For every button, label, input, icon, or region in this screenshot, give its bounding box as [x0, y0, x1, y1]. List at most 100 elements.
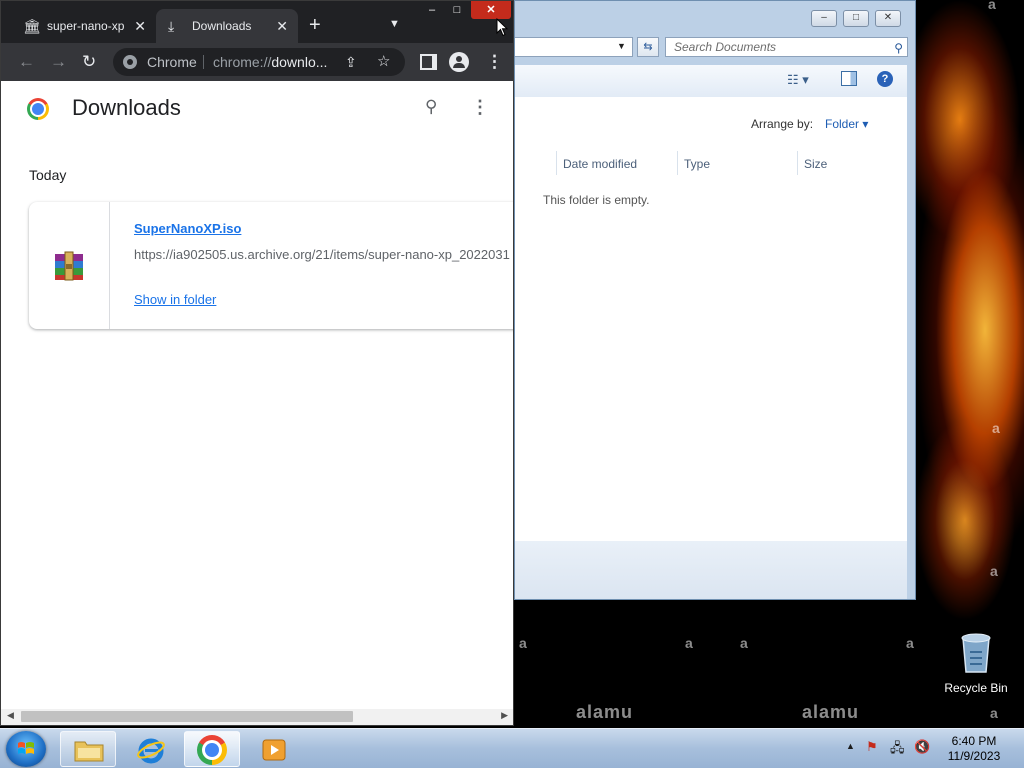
column-header-type[interactable]: Type	[677, 151, 797, 175]
search-icon[interactable]: ⚲	[894, 39, 903, 57]
column-label: Size	[804, 157, 828, 171]
new-tab-button[interactable]: +	[309, 15, 321, 35]
scroll-left-icon[interactable]: ◀	[7, 710, 14, 721]
bookmark-star-icon[interactable]: ☆	[377, 48, 390, 76]
watermark-brand: alamu	[576, 702, 634, 722]
page-title: Downloads	[72, 95, 181, 120]
view-options-icon[interactable]: ☷ ▾	[787, 72, 809, 88]
clock-date: 11/9/2023	[947, 749, 1001, 763]
tab-label: Downloads	[192, 19, 252, 33]
tab-strip: 🏛 super-nano-xp ✕ ⤓ Downloads ✕ + ▼ – □ …	[1, 1, 513, 43]
details-pane	[515, 541, 907, 599]
recycle-bin-shortcut[interactable]: Recycle Bin	[936, 630, 1016, 695]
taskbar-ie-button[interactable]	[122, 731, 178, 767]
tab-downloads[interactable]: ⤓ Downloads ✕	[156, 9, 298, 43]
chrome-icon	[197, 735, 227, 765]
watermark: a	[990, 563, 998, 579]
maximize-button[interactable]: □	[445, 1, 469, 19]
search-icon[interactable]: ⚲	[425, 97, 437, 117]
mouse-cursor-icon	[496, 18, 508, 37]
network-icon[interactable]: 🖧	[890, 739, 905, 761]
arrange-by-value: Folder	[825, 117, 860, 131]
show-in-folder-link[interactable]: Show in folder	[134, 292, 216, 307]
action-center-flag-icon[interactable]: ⚑	[866, 739, 878, 755]
tab-search-chevron-icon[interactable]: ▼	[389, 18, 400, 30]
maximize-button[interactable]: □	[843, 10, 869, 27]
omnibox-url: chrome://downlo...	[213, 48, 327, 76]
url-scheme: chrome://	[213, 54, 272, 70]
scroll-right-icon[interactable]: ▶	[501, 710, 508, 721]
watermark: a	[988, 0, 996, 12]
date-section-heading: Today	[29, 167, 67, 183]
share-icon[interactable]: ⇪	[345, 48, 357, 76]
explorer-content: Arrange by: Folder ▾ Date modified Type …	[515, 97, 907, 541]
taskbar-explorer-button[interactable]	[60, 731, 116, 767]
watermark: a	[519, 635, 527, 651]
tab-super-nano-xp[interactable]: 🏛 super-nano-xp ✕	[11, 9, 156, 43]
watermark-brand: alamu	[802, 702, 860, 722]
download-file-link[interactable]: SuperNanoXP.iso	[134, 221, 241, 236]
watermark: a	[990, 705, 998, 721]
horizontal-scrollbar[interactable]: ◀ ▶	[1, 709, 513, 725]
card-divider	[109, 202, 110, 329]
windows-logo-icon	[18, 742, 34, 754]
preview-pane-icon[interactable]	[841, 71, 857, 86]
start-button[interactable]	[6, 731, 46, 767]
downloads-header: Downloads ⚲ ⋮	[1, 81, 513, 137]
recycle-bin-label: Recycle Bin	[944, 681, 1008, 695]
reload-icon[interactable]: ↻	[82, 52, 96, 72]
taskbar: ▲ ⚑ 🖧 🔇 6:40 PM 11/9/2023	[0, 728, 1024, 768]
folder-icon	[74, 741, 104, 762]
omnibox-separator	[203, 55, 204, 69]
download-item-card: SuperNanoXP.iso https://ia902505.us.arch…	[29, 202, 513, 329]
scrollbar-thumb[interactable]	[21, 711, 353, 722]
refresh-icon[interactable]: ⇆	[637, 37, 659, 57]
side-panel-icon[interactable]	[420, 54, 437, 70]
winrar-archive-icon	[55, 251, 83, 281]
search-input[interactable]: Search Documents ⚲	[665, 37, 908, 57]
column-label: Date modified	[563, 157, 638, 171]
chrome-page-icon	[123, 55, 137, 69]
volume-muted-icon[interactable]: 🔇	[914, 739, 930, 755]
recycle-bin-icon	[961, 633, 991, 673]
clock-time: 6:40 PM	[951, 734, 997, 748]
watermark: a	[992, 420, 1000, 436]
download-source-url: https://ia902505.us.archive.org/21/items…	[134, 247, 510, 262]
chevron-down-icon[interactable]: ▼	[617, 41, 626, 51]
taskbar-chrome-button[interactable]	[184, 731, 240, 767]
institution-icon: 🏛	[23, 18, 41, 34]
arrange-by-dropdown[interactable]: Folder ▾	[825, 117, 868, 131]
address-bar[interactable]	[515, 37, 633, 57]
minimize-button[interactable]: –	[421, 1, 443, 19]
back-arrow-icon[interactable]: ←	[18, 52, 35, 72]
watermark: a	[906, 635, 914, 651]
search-placeholder: Search Documents	[674, 40, 777, 54]
explorer-window[interactable]: – □ ✕ ▼ ⇆ Search Documents ⚲ ☷ ▾ ? Arran…	[514, 0, 916, 600]
arrange-by-label: Arrange by:	[751, 117, 814, 131]
close-tab-icon[interactable]: ✕	[276, 9, 288, 43]
minimize-button[interactable]: –	[811, 10, 837, 27]
internet-explorer-icon	[137, 738, 165, 764]
taskbar-media-player-button[interactable]	[246, 731, 302, 767]
chrome-logo-icon	[27, 98, 49, 120]
forward-arrow-icon[interactable]: →	[50, 52, 67, 72]
show-hidden-icons-arrow-icon[interactable]: ▲	[846, 741, 855, 751]
help-icon[interactable]: ?	[877, 71, 893, 87]
column-label: Type	[684, 157, 711, 171]
more-menu-icon[interactable]: ⋮	[471, 97, 489, 118]
profile-avatar-icon[interactable]	[449, 52, 469, 72]
omnibox[interactable]: Chrome chrome://downlo... ⇪ ☆	[113, 48, 405, 76]
more-menu-icon[interactable]: ⋮	[486, 52, 503, 72]
chrome-window[interactable]: 🏛 super-nano-xp ✕ ⤓ Downloads ✕ + ▼ – □ …	[0, 0, 514, 726]
taskbar-clock[interactable]: 6:40 PM 11/9/2023	[934, 734, 1014, 764]
close-button[interactable]: ✕	[875, 10, 901, 27]
explorer-toolbar: ☷ ▾ ?	[515, 65, 907, 98]
column-header-date-modified[interactable]: Date modified	[556, 151, 677, 175]
close-tab-icon[interactable]: ✕	[134, 9, 146, 43]
column-header-size[interactable]: Size	[797, 151, 877, 175]
chrome-toolbar: ← → ↻ Chrome chrome://downlo... ⇪ ☆ ⋮	[1, 43, 513, 81]
empty-folder-message: This folder is empty.	[543, 193, 650, 207]
watermark: a	[740, 635, 748, 651]
close-button[interactable]: ✕	[471, 1, 511, 19]
tab-label: super-nano-xp	[47, 19, 125, 33]
